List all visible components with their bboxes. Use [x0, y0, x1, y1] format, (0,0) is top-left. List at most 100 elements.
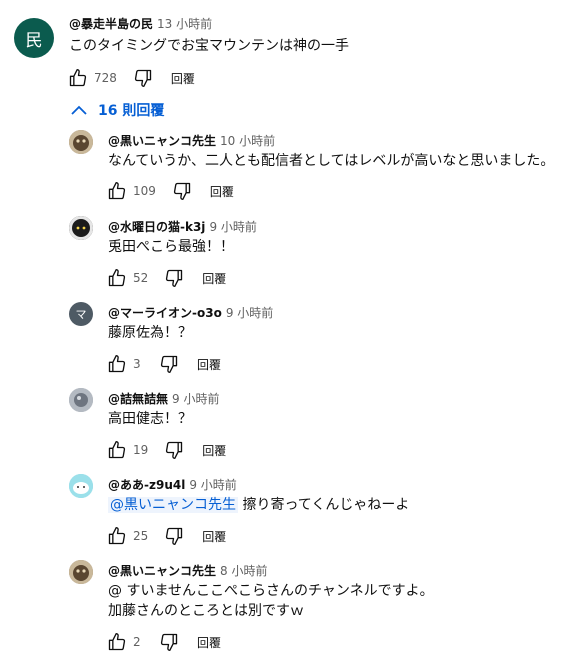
action-toolbar: 109 回覆	[105, 179, 234, 203]
thumbs-down-icon	[160, 355, 178, 373]
reply-button[interactable]: 回覆	[202, 270, 226, 287]
author-name[interactable]: @詰無詰無	[108, 392, 168, 406]
chevron-up-icon	[71, 105, 87, 115]
like-button[interactable]	[105, 352, 129, 376]
reply-button[interactable]: 回覆	[171, 70, 195, 87]
like-count: 52	[133, 271, 149, 285]
comment-text: 高田健志！？	[108, 411, 192, 427]
comment-header: @暴走半島の民 13 小時前	[69, 15, 212, 32]
avatar-letter: マ	[75, 308, 87, 321]
reply-button[interactable]: 回覆	[197, 634, 221, 651]
dislike-button[interactable]	[131, 66, 155, 90]
reply-comment: マ @マーライオン-o3o 9 小時前 藤原佐為！？ 3 回覆	[0, 299, 588, 387]
thumbs-up-icon	[108, 182, 126, 200]
avatar[interactable]	[69, 388, 93, 412]
replies-toggle-label: 16 則回覆	[98, 103, 165, 119]
action-toolbar: 52 回覆	[105, 266, 226, 290]
comment-body: 擦り寄ってくんじゃねーよ	[242, 497, 410, 513]
comment-text: @ すいませんここぺこらさんのチャンネルですよ。	[108, 583, 434, 599]
thumbs-down-icon	[166, 269, 183, 287]
dislike-button[interactable]	[162, 524, 186, 548]
dislike-button[interactable]	[162, 266, 186, 290]
comment-time[interactable]: 13 小時前	[157, 17, 212, 31]
avatar-letter: 民	[25, 30, 43, 51]
avatar[interactable]	[69, 560, 93, 584]
thumbs-down-icon	[166, 441, 183, 459]
avatar-image	[69, 216, 93, 240]
thumbs-up-icon	[108, 441, 126, 459]
like-button[interactable]	[105, 438, 129, 462]
comment-time[interactable]: 9 小時前	[226, 306, 273, 320]
thumbs-up-icon	[108, 527, 126, 545]
avatar-image	[69, 388, 93, 412]
like-count: 19	[133, 443, 149, 457]
replies-toggle-button[interactable]: 16 則回覆	[68, 100, 164, 120]
avatar-image	[69, 560, 93, 584]
comment-time[interactable]: 9 小時前	[189, 478, 236, 492]
like-button[interactable]	[105, 179, 129, 203]
author-name[interactable]: @黒いニャンコ先生	[108, 134, 216, 148]
like-count: 728	[94, 71, 117, 85]
dislike-button[interactable]	[157, 352, 181, 376]
comment-header: @詰無詰無 9 小時前	[108, 390, 219, 407]
reply-comment: @詰無詰無 9 小時前 高田健志！？ 19 回覆	[0, 385, 588, 473]
comment-text: なんていうか、二人とも配信者としてはレベルが高いなと思いました。	[108, 153, 555, 169]
author-name[interactable]: @水曜日の猫-k3j	[108, 220, 205, 234]
avatar-image	[69, 474, 93, 498]
author-name[interactable]: @暴走半島の民	[69, 17, 153, 31]
comment-time[interactable]: 8 小時前	[220, 564, 267, 578]
comment-text: @黒いニャンコ先生 擦り寄ってくんじゃねーよ	[108, 495, 409, 515]
avatar[interactable]	[69, 474, 93, 498]
comment-header: @マーライオン-o3o 9 小時前	[108, 304, 273, 321]
reply-comment: @黒いニャンコ先生 10 小時前 なんていうか、二人とも配信者としてはレベルが高い…	[0, 127, 588, 215]
thumbs-down-icon	[166, 527, 183, 545]
dislike-button[interactable]	[157, 630, 181, 654]
reply-comment: @水曜日の猫-k3j 9 小時前 兎田ぺこら最強！！ 52 回覆	[0, 213, 588, 301]
thumbs-up-icon	[69, 69, 87, 87]
avatar-image	[69, 130, 93, 154]
like-count: 109	[133, 184, 156, 198]
comment-text-line-2: 加藤さんのところとは別ですｗ	[108, 603, 304, 619]
like-button[interactable]	[105, 266, 129, 290]
thumbs-down-icon	[160, 633, 178, 651]
reply-button[interactable]: 回覆	[197, 356, 221, 373]
dislike-button[interactable]	[170, 179, 194, 203]
like-button[interactable]	[105, 630, 129, 654]
avatar[interactable]: マ	[69, 302, 93, 326]
author-name[interactable]: @ああ-z9u4l	[108, 478, 185, 492]
reply-button[interactable]: 回覆	[210, 183, 234, 200]
thumbs-up-icon	[108, 633, 126, 651]
like-button[interactable]	[66, 66, 90, 90]
mention-link[interactable]: @黒いニャンコ先生	[108, 497, 238, 513]
comment-text: 藤原佐為！？	[108, 325, 192, 341]
like-button[interactable]	[105, 524, 129, 548]
like-count: 25	[133, 529, 149, 543]
action-toolbar: 19 回覆	[105, 438, 226, 462]
dislike-button[interactable]	[162, 438, 186, 462]
action-toolbar: 2 回覆	[105, 630, 221, 654]
comment-header: @黒いニャンコ先生 10 小時前	[108, 132, 275, 149]
reply-comment: @ああ-z9u4l 9 小時前 @黒いニャンコ先生 擦り寄ってくんじゃねーよ 25…	[0, 471, 588, 559]
like-count: 3	[133, 357, 141, 371]
author-name[interactable]: @マーライオン-o3o	[108, 306, 222, 320]
comment-time[interactable]: 10 小時前	[220, 134, 275, 148]
reply-comment: @黒いニャンコ先生 8 小時前 @ すいませんここぺこらさんのチャンネルですよ。 …	[0, 557, 588, 658]
thumbs-down-icon	[134, 69, 152, 87]
comment-time[interactable]: 9 小時前	[172, 392, 219, 406]
action-toolbar: 3 回覆	[105, 352, 221, 376]
like-count: 2	[133, 635, 141, 649]
thumbs-down-icon	[173, 182, 191, 200]
avatar[interactable]: 民	[14, 18, 54, 58]
comment-text: このタイミングでお宝マウンテンは神の一手	[69, 38, 349, 54]
author-name[interactable]: @黒いニャンコ先生	[108, 564, 216, 578]
comment-time[interactable]: 9 小時前	[209, 220, 256, 234]
comment-header: @水曜日の猫-k3j 9 小時前	[108, 218, 257, 235]
thumbs-up-icon	[108, 269, 126, 287]
reply-button[interactable]: 回覆	[202, 528, 226, 545]
top-comment: 民 @暴走半島の民 13 小時前 このタイミングでお宝マウンテンは神の一手 728…	[0, 0, 588, 100]
avatar[interactable]	[69, 130, 93, 154]
comment-text: 兎田ぺこら最強！！	[108, 239, 234, 255]
reply-button[interactable]: 回覆	[202, 442, 226, 459]
action-toolbar: 25 回覆	[105, 524, 226, 548]
avatar[interactable]	[69, 216, 93, 240]
